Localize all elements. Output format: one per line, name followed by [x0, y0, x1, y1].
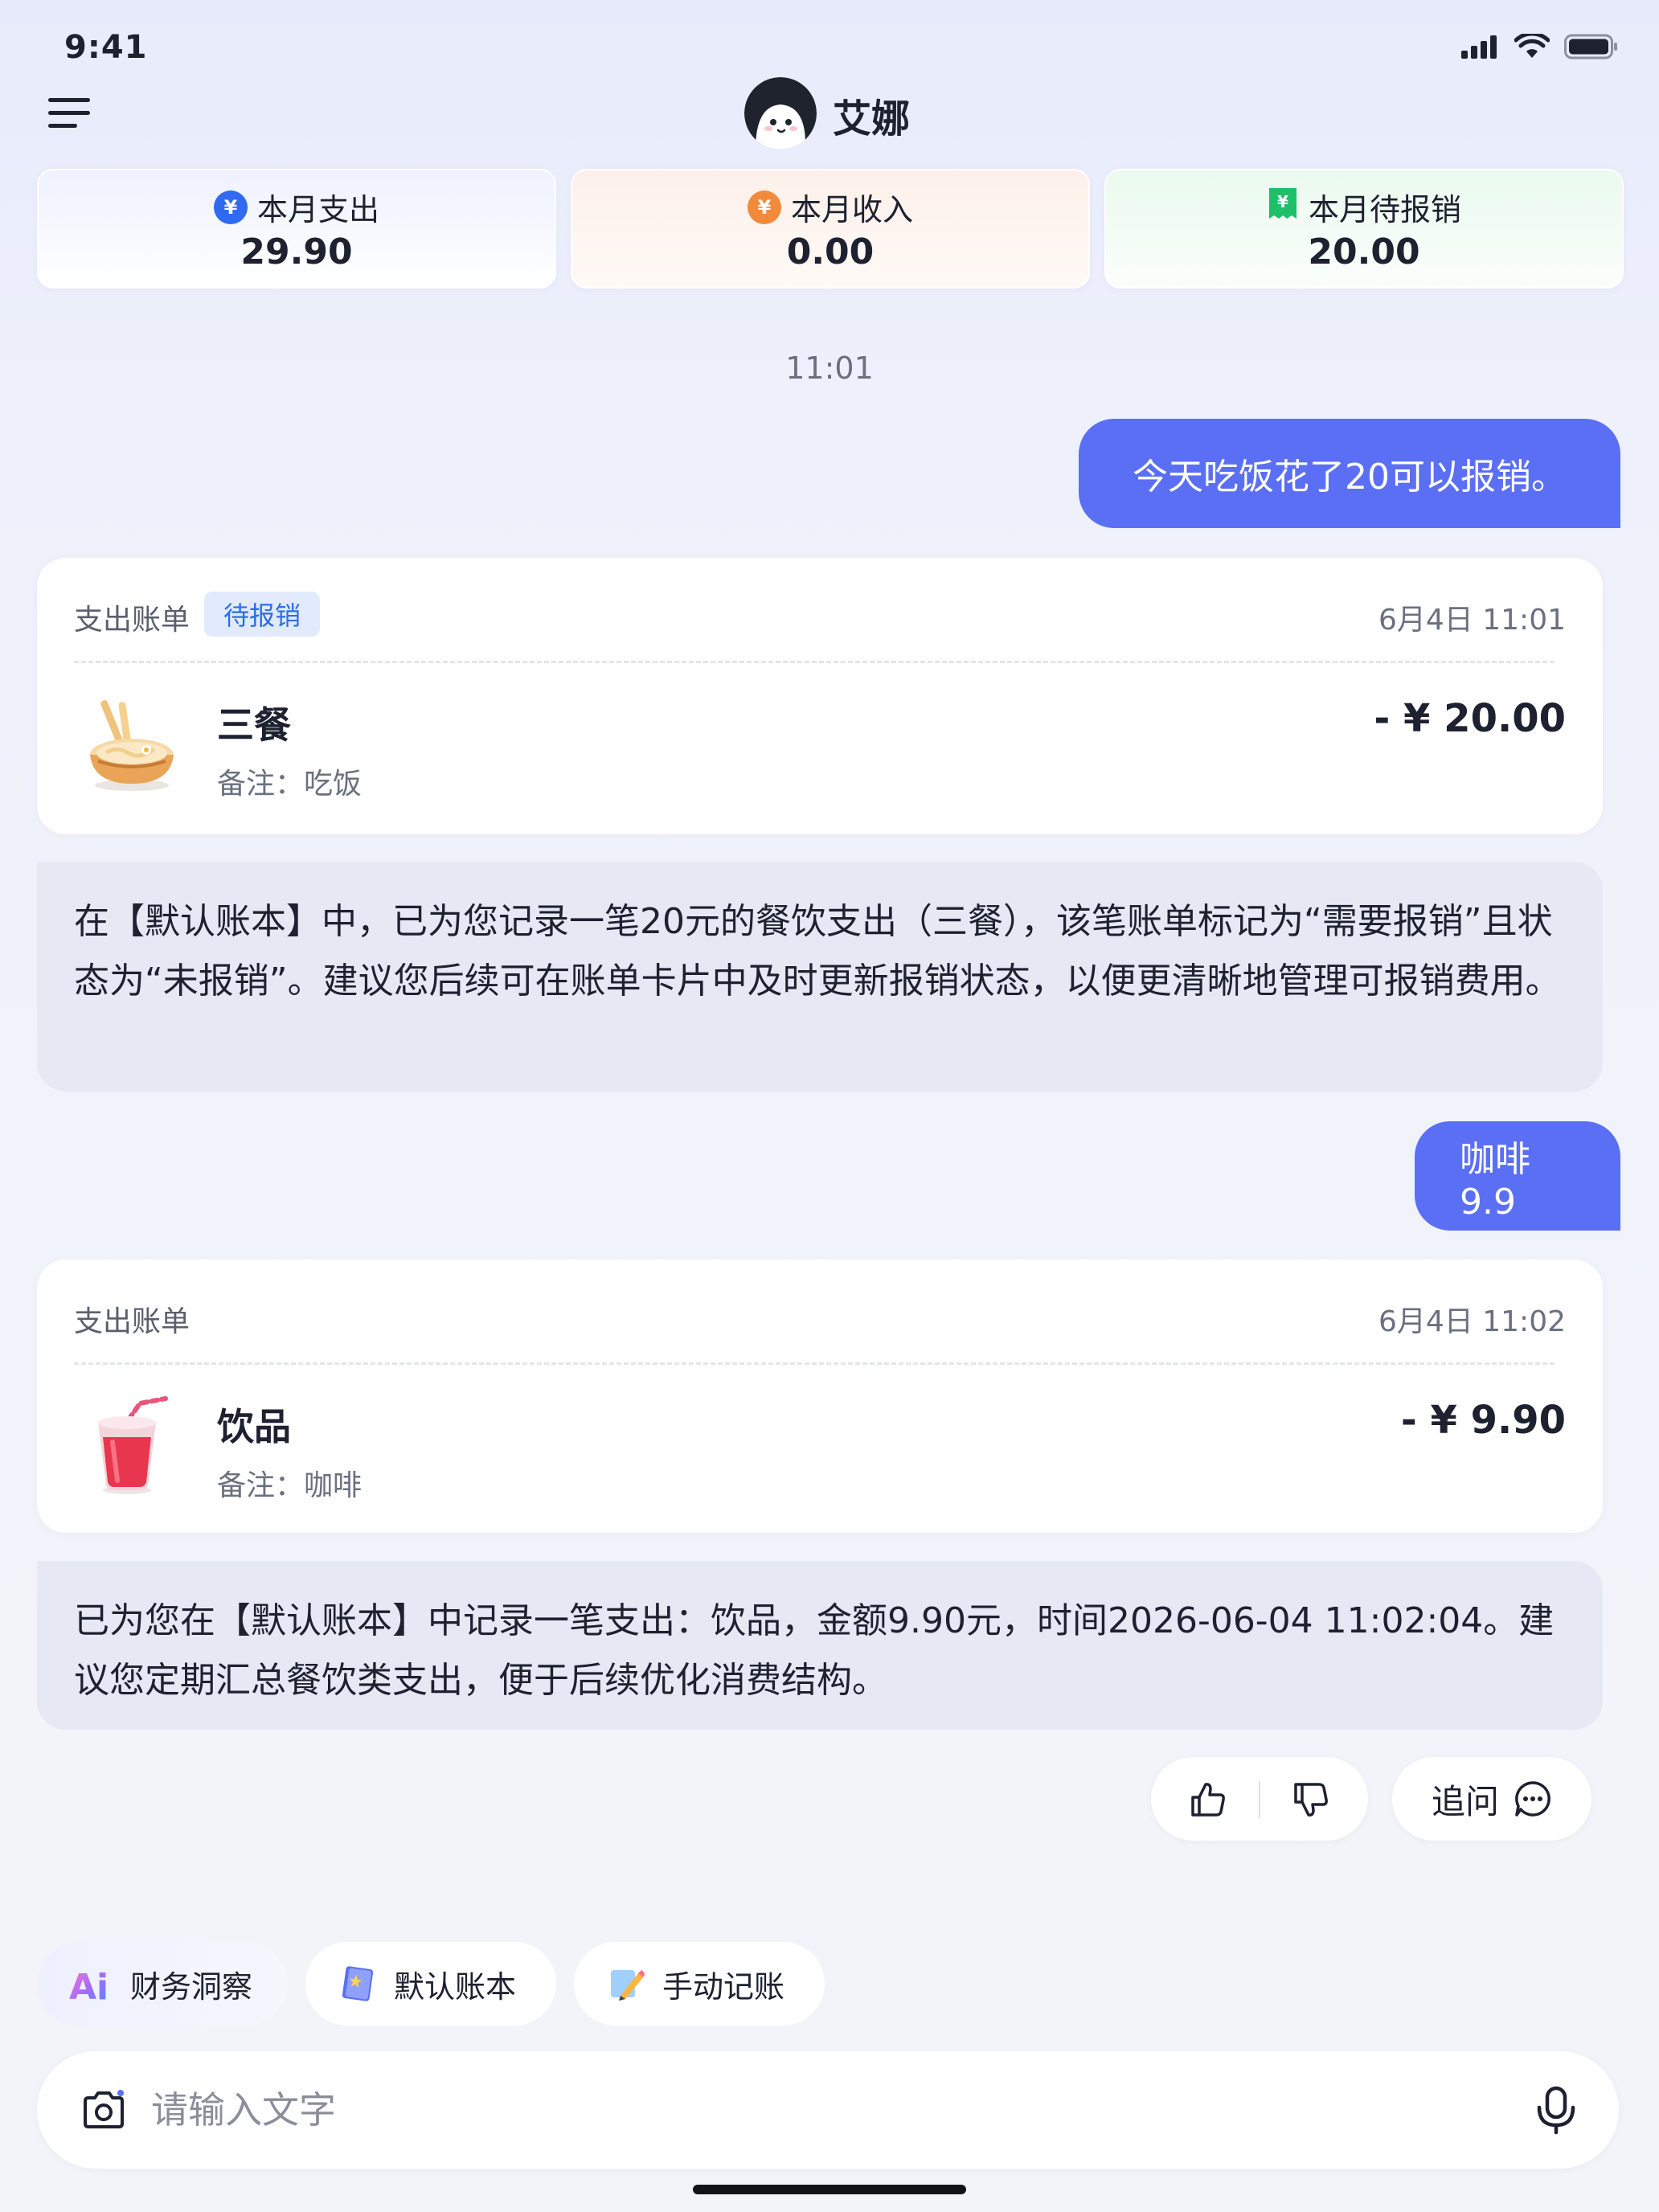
quick-action-label: 默认账本 [394, 1968, 517, 2005]
assistant-avatar [744, 77, 817, 150]
pencil-note-icon [611, 1970, 645, 2001]
follow-up-button[interactable]: 追问 [1392, 1757, 1591, 1841]
bill-date: 6月4日 11:01 [1378, 604, 1566, 637]
summary-label: 本月待报销 [1308, 192, 1461, 227]
assistant-name: 艾娜 [833, 96, 911, 141]
bill-amount: - ¥ 20.00 [1374, 696, 1566, 741]
summary-value: 0.00 [786, 231, 875, 272]
yen-coin-orange-icon: ¥ [747, 190, 781, 224]
thumbs-up-icon[interactable] [1188, 1780, 1228, 1820]
status-time: 9:41 [64, 29, 148, 66]
assistant-message-text: 在【默认账本】中，已为您记录一笔20元的餐饮支出（三餐），该笔账单标记为“需要报… [74, 901, 1561, 1002]
menu-icon[interactable] [47, 95, 92, 133]
signal-icon [1461, 35, 1497, 59]
message-input-bar [37, 2051, 1619, 2169]
quick-action-default-ledger[interactable]: 默认账本 [305, 1942, 556, 2026]
bill-note: 备注：咖啡 [217, 1469, 363, 1502]
summary-card-reimburse[interactable]: ¥ 本月待报销 20.00 [1104, 169, 1624, 289]
quick-action-label: 手动记账 [662, 1968, 785, 2005]
summary-card-expense[interactable]: ¥ 本月支出 29.90 [37, 169, 556, 289]
battery-icon [1564, 34, 1617, 59]
camera-icon[interactable] [80, 2088, 127, 2132]
bill-type: 支出账单 [74, 1305, 190, 1338]
bill-category: 三餐 [217, 703, 291, 747]
bill-date: 6月4日 11:02 [1378, 1305, 1566, 1338]
microphone-icon[interactable] [1532, 2085, 1580, 2135]
chat-bubble-icon [1515, 1781, 1550, 1817]
quick-action-manual-entry[interactable]: 手动记账 [574, 1942, 825, 2026]
divider [1259, 1781, 1260, 1818]
ledger-book-icon [342, 1966, 374, 2001]
divider [74, 661, 1555, 663]
summary-value: 20.00 [1308, 231, 1420, 272]
quick-action-label: 财务洞察 [130, 1968, 253, 2005]
home-indicator [693, 2185, 966, 2194]
summary-value: 29.90 [240, 231, 353, 272]
receipt-green-icon: ¥ [1267, 186, 1299, 227]
divider [74, 1362, 1555, 1365]
user-message-text: 咖啡9.9 [1460, 1138, 1530, 1223]
status-icons [1461, 34, 1619, 59]
reimburse-badge: 待报销 [204, 592, 321, 637]
summary-card-income[interactable]: ¥ 本月收入 0.00 [571, 169, 1090, 289]
user-message: 今天吃饭花了20可以报销。 [1079, 419, 1620, 528]
wifi-icon [1514, 34, 1550, 58]
bill-card[interactable]: 支出账单 6月4日 11:02 饮品 备注：咖啡 - ¥ 9.90 [37, 1260, 1603, 1533]
feedback-group [1151, 1757, 1368, 1841]
bill-note: 备注：吃饭 [217, 768, 363, 801]
yen-coin-blue-icon: ¥ [213, 190, 248, 224]
summary-label: 本月收入 [790, 192, 913, 227]
user-message: 咖啡9.9 [1415, 1121, 1620, 1231]
ai-sparkle-icon: Ai [69, 1967, 109, 2004]
assistant-message-text: 已为您在【默认账本】中记录一笔支出：饮品，金额9.90元，时间2026-06-0… [74, 1600, 1555, 1701]
bill-category: 饮品 [217, 1405, 291, 1448]
noodle-bowl-icon [79, 690, 183, 795]
message-input[interactable] [150, 2075, 1439, 2144]
bill-type: 支出账单 [74, 604, 190, 637]
assistant-message: 在【默认账本】中，已为您记录一笔20元的餐饮支出（三餐），该笔账单标记为“需要报… [37, 862, 1603, 1092]
svg-text:Ai: Ai [69, 1967, 109, 2004]
bill-amount: - ¥ 9.90 [1400, 1398, 1566, 1443]
svg-text:¥: ¥ [1277, 192, 1288, 211]
chat-timestamp: 11:01 [785, 350, 874, 386]
assistant-message: 已为您在【默认账本】中记录一笔支出：饮品，金额9.90元，时间2026-06-0… [37, 1561, 1603, 1730]
follow-up-label: 追问 [1431, 1781, 1499, 1821]
thumbs-down-icon[interactable] [1291, 1780, 1331, 1820]
bill-card[interactable]: 支出账单 待报销 6月4日 11:01 三餐 备注：吃饭 - ¥ 20.00 [37, 558, 1603, 834]
quick-action-finance-insight[interactable]: Ai 财务洞察 [37, 1942, 288, 2026]
summary-label: 本月支出 [256, 192, 379, 227]
user-message-text: 今天吃饭花了20可以报销。 [1133, 457, 1567, 498]
drink-cup-icon [79, 1392, 183, 1497]
